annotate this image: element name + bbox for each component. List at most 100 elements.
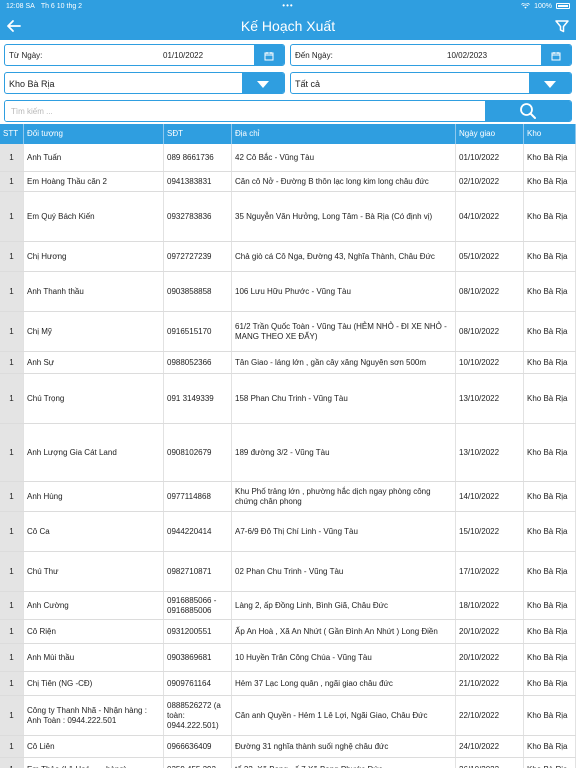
cell-stt: 1 [0, 644, 24, 671]
table-row[interactable]: 1 Chú Thư 0982710871 02 Phan Chu Trinh - Vũ… [0, 552, 576, 592]
cell-kho: Kho Bà Rịa [524, 672, 576, 695]
cell-phone: 0909761164 [164, 672, 232, 695]
table-row[interactable]: 1 Anh Cường 0916885066 - 0916885006 Làng 2,… [0, 592, 576, 620]
cell-kho: Kho Bà Rịa [524, 352, 576, 373]
cell-stt: 1 [0, 352, 24, 373]
cell-address: Hẻm 37 Lạc Long quân , ngãi giao châu đứ… [232, 672, 456, 695]
cell-name: Chị Tiên (NG -CĐ) [24, 672, 164, 695]
wifi-icon [521, 3, 530, 9]
warehouse-select[interactable]: Kho Bà Rịa [4, 72, 285, 94]
cell-kho: Kho Bà Rịa [524, 192, 576, 241]
cell-stt: 1 [0, 192, 24, 241]
warehouse-dropdown-button[interactable] [242, 73, 284, 93]
cell-name: Em Quý Bách Kiến [24, 192, 164, 241]
status-dropdown-button[interactable] [529, 73, 571, 93]
header-stt: STT [0, 124, 24, 144]
chevron-down-icon [257, 80, 269, 88]
cell-phone: 0903858858 [164, 272, 232, 311]
search-button[interactable] [485, 101, 571, 121]
status-date: Th 6 10 thg 2 [40, 2, 83, 10]
table-row[interactable]: 1 Chú Trọng 091 3149339 158 Phan Chu Trinh … [0, 374, 576, 424]
status-time: 12:08 SA [6, 2, 35, 10]
cell-name: Chú Trọng [24, 374, 164, 423]
cell-date: 01/10/2022 [456, 144, 524, 171]
table-row[interactable]: 1 Anh Lượng Gia Cát Land 0908102679 189 đườ… [0, 424, 576, 482]
from-date-field[interactable]: Từ Ngày: 01/10/2022 [4, 44, 285, 66]
cell-kho: Kho Bà Rịa [524, 374, 576, 423]
status-select-value: Tất cả [295, 79, 321, 89]
cell-address: 02 Phan Chu Trinh - Vũng Tàu [232, 552, 456, 591]
cell-date: 22/10/2022 [456, 696, 524, 735]
cell-date: 08/10/2022 [456, 312, 524, 351]
table-row[interactable]: 1 Anh Hùng 0977114868 Khu Phố trảng lớn , p… [0, 482, 576, 512]
battery-icon [556, 3, 570, 9]
cell-kho: Kho Bà Rịa [524, 144, 576, 171]
cell-stt: 1 [0, 552, 24, 591]
search-input[interactable] [5, 101, 487, 121]
table-row[interactable]: 1 Anh Tuấn 089 8661736 42 Cô Bắc - Vũng Tàu… [0, 144, 576, 172]
cell-address: Khu Phố trảng lớn , phường hắc dịch ngay… [232, 482, 456, 511]
cell-address: tổ 23, Xã Bang...ố 7 Xã Bang Phước Đức [232, 758, 456, 768]
table-row[interactable]: 1Em Thảo (Lộ Hoá - ... hàng)0359 455 292… [0, 758, 576, 768]
table-row[interactable]: 1 Anh Mùi thầu 0903869681 10 Huyền Trân Côn… [0, 644, 576, 672]
cell-address: Đường 31 nghĩa thành suối nghệ châu đức [232, 736, 456, 757]
chevron-down-icon [544, 80, 556, 88]
cell-phone: 0888526272 (a toàn: 0944.222.501) [164, 696, 232, 735]
from-date-picker-button[interactable] [254, 45, 284, 65]
from-date-value: 01/10/2022 [163, 51, 204, 60]
cell-kho: Kho Bà Rịa [524, 424, 576, 481]
cell-phone: 0932783836 [164, 192, 232, 241]
cell-address: 10 Huyền Trân Công Chúa - Vũng Tàu [232, 644, 456, 671]
table-row[interactable]: 1 Chị Hương 0972727239 Chả giò cá Cô Nga, Đ… [0, 242, 576, 272]
cell-name: Chú Thư [24, 552, 164, 591]
to-date-field[interactable]: Đến Ngày: 10/02/2023 [290, 44, 572, 66]
cell-kho: Kho Bà Rịa [524, 312, 576, 351]
cell-phone: 0941383831 [164, 172, 232, 191]
cell-date: 17/10/2022 [456, 552, 524, 591]
cell-name: Em Hoàng Thầu căn 2 [24, 172, 164, 191]
cell-name: Anh Tuấn [24, 144, 164, 171]
filter-icon[interactable] [552, 16, 572, 36]
cell-name: Công ty Thanh Nhã - Nhận hàng : Anh Toàn… [24, 696, 164, 735]
table-row[interactable]: 1 Anh Thanh thầu 0903858858 106 Lưu Hữu Phư… [0, 272, 576, 312]
table-row[interactable]: 1 Công ty Thanh Nhã - Nhận hàng : Anh Toà… [0, 696, 576, 736]
header-date: Ngày giao [456, 124, 524, 144]
cell-date: 21/10/2022 [456, 672, 524, 695]
calendar-icon [551, 52, 561, 61]
cell-stt: 1 [0, 272, 24, 311]
status-bar: 12:08 SA Th 6 10 thg 2 ••• 100% [0, 0, 576, 12]
filter-panel: Từ Ngày: 01/10/2022 Đến Ngày: 10/02/2023… [0, 40, 576, 126]
battery-percent: 100% [534, 2, 552, 10]
cell-kho: Kho Bà Rịa [524, 696, 576, 735]
cell-date: 18/10/2022 [456, 592, 524, 619]
cell-address: 158 Phan Chu Trinh - Vũng Tàu [232, 374, 456, 423]
to-date-picker-button[interactable] [541, 45, 571, 65]
cell-phone: 0982710871 [164, 552, 232, 591]
cell-name: Anh Sự [24, 352, 164, 373]
table-row[interactable]: 1 Cô Liên 0966636409 Đường 31 nghĩa thành s… [0, 736, 576, 758]
table-row[interactable]: 1 Em Quý Bách Kiến 0932783836 35 Nguyễn Văn… [0, 192, 576, 242]
status-select[interactable]: Tất cả [290, 72, 572, 94]
cell-address: 42 Cô Bắc - Vũng Tàu [232, 144, 456, 171]
cell-stt: 1 [0, 736, 24, 757]
table-row[interactable]: 1 Cô Ca 0944220414 A7-6/9 Đô Thị Chí Linh -… [0, 512, 576, 552]
cell-address: 189 đường 3/2 - Vũng Tàu [232, 424, 456, 481]
cell-name: Anh Cường [24, 592, 164, 619]
table-row[interactable]: 1 Anh Sự 0988052366 Tân Giao - láng lớn , g… [0, 352, 576, 374]
delivery-plan-table: STT Đối tượng SĐT Địa chỉ Ngày giao Kho … [0, 124, 576, 768]
cell-kho: Kho Bà Rịa [524, 758, 576, 768]
calendar-icon [264, 52, 274, 61]
cell-name: Chị Hương [24, 242, 164, 271]
cell-stt: 1 [0, 424, 24, 481]
table-header: STT Đối tượng SĐT Địa chỉ Ngày giao Kho [0, 124, 576, 144]
multitask-dots-icon[interactable]: ••• [282, 2, 293, 10]
table-row[interactable]: 1 Chị Tiên (NG -CĐ) 0909761164 Hẻm 37 Lạc L… [0, 672, 576, 696]
table-row[interactable]: 1 Em Hoàng Thầu căn 2 0941383831 Căn cô Nở … [0, 172, 576, 192]
cell-stt: 1 [0, 312, 24, 351]
cell-kho: Kho Bà Rịa [524, 482, 576, 511]
cell-date: 20/10/2022 [456, 644, 524, 671]
table-row[interactable]: 1 Chị Mỹ 0916515170 61/2 Trần Quốc Toàn - V… [0, 312, 576, 352]
cell-phone: 091 3149339 [164, 374, 232, 423]
table-row[interactable]: 1 Cô Riện 0931200551 Ấp An Hoà , Xã An Nhứt… [0, 620, 576, 644]
page-title: Kế Hoạch Xuất [240, 18, 336, 34]
